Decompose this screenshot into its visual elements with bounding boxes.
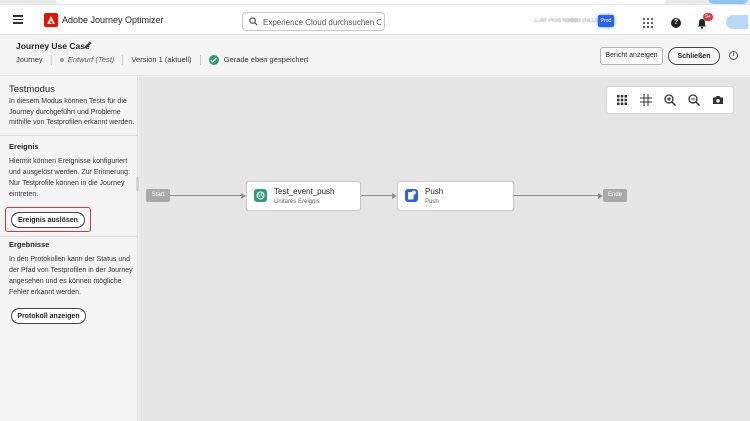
event-section-title: Ereignis	[9, 142, 39, 151]
journey-status: Entwurf (Test)	[67, 55, 115, 64]
push-node-subtitle: Push	[425, 199, 439, 205]
view-log-button[interactable]: Protokoll anzeigen	[11, 308, 86, 324]
meta-divider	[50, 55, 52, 66]
apps-grid-icon[interactable]	[643, 18, 653, 28]
pencil-icon[interactable]	[83, 40, 93, 50]
sandbox-switcher[interactable]: Prod (NLD2)	[568, 18, 602, 24]
adobe-logo-icon	[44, 13, 58, 27]
save-status: Gerade eben gespeichert	[223, 55, 309, 64]
help-icon[interactable]: ?	[671, 18, 681, 28]
meta-divider	[122, 55, 124, 66]
start-node[interactable]: Start	[146, 189, 170, 202]
notification-badge: 9+	[703, 13, 713, 21]
browser-profile-icon[interactable]	[708, 0, 748, 4]
test-mode-description: In diesem Modus können Tests für die Jou…	[9, 98, 135, 126]
zoom-out-icon[interactable]	[687, 93, 701, 107]
canvas-toolbar	[606, 86, 734, 114]
camera-icon[interactable]	[711, 93, 725, 107]
event-globe-icon	[254, 189, 267, 202]
app-name[interactable]: Adobe Journey Optimizer	[62, 15, 164, 25]
journey-meta: Journey Entwurf (Test) Version 1 (aktuel…	[16, 55, 309, 66]
search-box[interactable]	[242, 12, 385, 31]
saved-check-icon	[208, 55, 219, 66]
flow-connector	[361, 195, 393, 196]
status-dot-icon	[59, 58, 64, 63]
section-divider	[0, 236, 138, 237]
zoom-in-icon[interactable]	[663, 93, 677, 107]
search-icon	[249, 17, 258, 26]
flow-connector	[514, 195, 598, 196]
flow-connector	[170, 195, 242, 196]
results-section-title: Ergebnisse	[9, 240, 50, 249]
meta-divider	[199, 55, 201, 66]
results-section-text: In den Protokollen kann der Status und d…	[9, 256, 133, 296]
push-notification-icon	[405, 189, 418, 202]
push-node-title: Push	[425, 187, 444, 196]
journey-header: Journey Use Case Journey Entwurf (Test) …	[0, 36, 750, 76]
section-divider	[0, 135, 138, 136]
journey-type: Journey	[16, 55, 43, 64]
journey-canvas[interactable]: Start Test_event_push Unitäres Ereignis …	[139, 77, 750, 421]
event-node[interactable]: Test_event_push Unitäres Ereignis	[246, 181, 361, 211]
journey-title: Journey Use Case	[16, 41, 90, 51]
hamburger-menu-icon[interactable]	[13, 15, 23, 24]
info-icon[interactable]: i	[729, 51, 738, 60]
trigger-event-button[interactable]: Ereignis auslösen	[11, 212, 85, 228]
app-header: Adobe Journey Optimizer CJM Prod NLD2 Pr…	[0, 5, 750, 35]
test-mode-title: Testmodus	[9, 84, 55, 95]
crosshair-icon[interactable]	[639, 93, 653, 107]
push-node[interactable]: Push Push	[397, 181, 514, 211]
event-section-text: Hiermit können Ereignisse konfiguriert u…	[9, 158, 131, 198]
grid-icon[interactable]	[615, 93, 629, 107]
event-node-title: Test_event_push	[274, 187, 335, 196]
journey-version[interactable]: Version 1 (aktuell)	[131, 55, 191, 64]
sandbox-badge[interactable]: Prod	[598, 15, 614, 27]
avatar[interactable]	[726, 15, 748, 29]
browser-address-bar[interactable]	[56, 0, 666, 4]
end-node[interactable]: Ende	[603, 189, 627, 202]
close-button[interactable]: Schließen	[668, 47, 720, 65]
view-report-button[interactable]: Bericht anzeigen	[600, 47, 663, 65]
search-input[interactable]	[263, 15, 381, 29]
test-mode-panel: Testmodus In diesem Modus können Tests f…	[0, 77, 138, 421]
event-node-subtitle: Unitäres Ereignis	[274, 199, 320, 205]
